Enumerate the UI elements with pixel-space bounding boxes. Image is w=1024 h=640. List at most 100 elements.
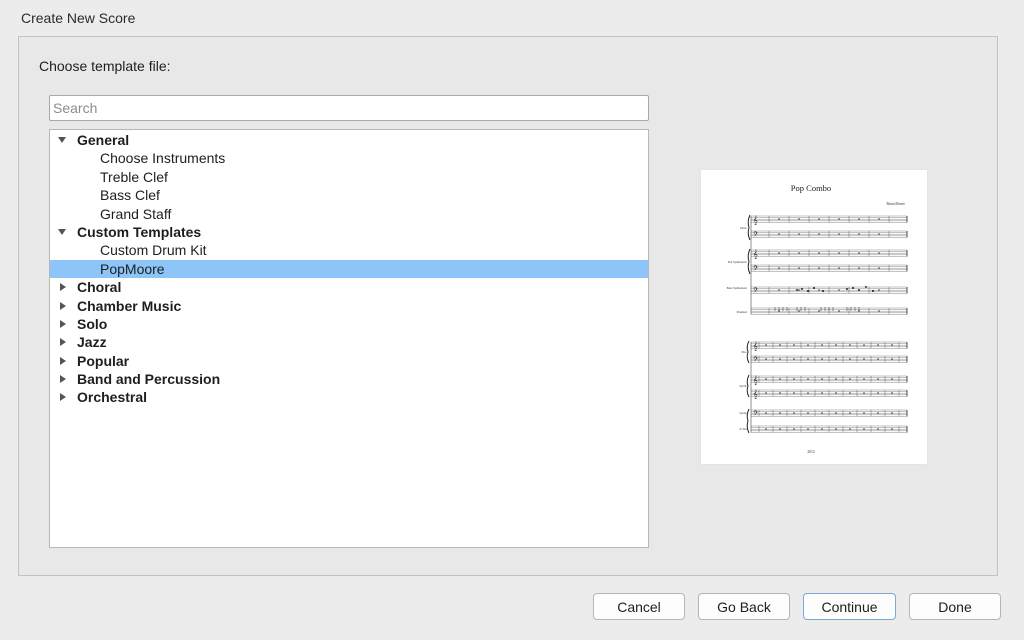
tree-row-label: Treble Clef: [100, 168, 168, 185]
note-head: [864, 286, 868, 288]
rest-mark: [778, 252, 780, 254]
staff-label: Pad Synthesizer: [728, 260, 747, 264]
rest-mark: [838, 233, 840, 235]
disclosure-collapsed-icon[interactable]: [60, 319, 66, 328]
template-panel: Choose template file: General Choose Inst…: [18, 36, 998, 576]
done-button[interactable]: Done: [909, 593, 1001, 620]
rest-mark: [807, 344, 809, 346]
rest-mark: [818, 289, 820, 291]
clef-mark: 𝄢: [753, 410, 758, 419]
tree-row-label: Custom Templates: [77, 223, 202, 240]
rest-mark: [765, 344, 767, 346]
go-back-button[interactable]: Go Back: [698, 593, 790, 620]
rest-mark: [877, 344, 879, 346]
brace-mark: [747, 248, 751, 275]
brace-mark: [746, 374, 750, 398]
tree-row-label: Solo: [77, 315, 108, 332]
rest-mark: [793, 378, 795, 380]
disclosure-collapsed-icon[interactable]: [60, 338, 66, 347]
tree-item[interactable]: Grand Staff: [50, 205, 648, 223]
rest-mark: [779, 412, 781, 414]
score-preview-image: Pop Combo Brian Moore 𝄞 𝄢 𝄞 𝄢 𝄢 Piano Pad Synt…: [727, 183, 908, 454]
disclosure-collapsed-icon[interactable]: [60, 301, 66, 310]
rest-mark: [835, 428, 837, 430]
tree-category[interactable]: Band and Percussion: [50, 370, 648, 388]
rest-mark: [818, 267, 820, 269]
window-title: Create New Score: [21, 10, 136, 26]
rest-mark: [877, 412, 879, 414]
rest-mark: [838, 310, 840, 312]
rest-mark: [765, 412, 767, 414]
disclosure-collapsed-icon[interactable]: [60, 393, 66, 402]
note-head: [857, 289, 861, 291]
tree-row-label: Grand Staff: [100, 205, 172, 222]
rest-mark: [878, 252, 880, 254]
tree-row-label: Orchestral: [77, 389, 148, 406]
tree-row-label: Chamber Music: [77, 297, 182, 314]
tree-category[interactable]: Jazz: [50, 333, 648, 351]
rest-mark: [818, 252, 820, 254]
tree-category[interactable]: Chamber Music: [50, 297, 648, 315]
rest-mark: [863, 344, 865, 346]
continue-button[interactable]: Continue: [803, 593, 896, 620]
rest-mark: [835, 412, 837, 414]
tree-item[interactable]: PopMoore: [50, 259, 648, 279]
tree-row-label: Bass Clef: [100, 187, 160, 204]
rest-mark: [849, 412, 851, 414]
tree-item[interactable]: Choose Instruments: [50, 149, 648, 167]
tree-category[interactable]: Orchestral: [50, 388, 648, 406]
disclosure-collapsed-icon[interactable]: [60, 356, 66, 365]
tree-category[interactable]: Solo: [50, 315, 648, 333]
template-preview: Pop Combo Brian Moore 𝄞 𝄢 𝄞 𝄢 𝄢 Piano Pad Synt…: [701, 170, 927, 464]
rest-mark: [821, 358, 823, 360]
rest-mark: [793, 428, 795, 430]
staff-label: Synth.: [739, 411, 747, 415]
note-head: [800, 288, 804, 290]
rest-mark: [891, 378, 893, 380]
tree-category[interactable]: Choral: [50, 278, 648, 296]
disclosure-expanded-icon[interactable]: [58, 137, 66, 143]
rest-mark: [838, 218, 840, 220]
tree-category[interactable]: Popular: [50, 352, 648, 370]
rest-mark: [821, 412, 823, 414]
preview-composer: Brian Moore: [887, 202, 906, 206]
rest-mark: [779, 344, 781, 346]
tree-item[interactable]: Custom Drum Kit: [50, 241, 648, 259]
note-head: [806, 290, 810, 292]
clef-mark: 𝄢: [753, 231, 758, 240]
search-input[interactable]: [49, 95, 649, 121]
tree-category[interactable]: General: [50, 131, 648, 149]
rest-mark: [765, 428, 767, 430]
rest-mark: [849, 428, 851, 430]
tree-row-label: Choose Instruments: [100, 150, 226, 167]
rest-mark: [849, 344, 851, 346]
rest-mark: [807, 358, 809, 360]
rest-mark: [878, 289, 880, 291]
note-head: [812, 287, 816, 289]
rest-mark: [849, 392, 851, 394]
rest-mark: [779, 428, 781, 430]
tree-row-label: Popular: [77, 352, 130, 369]
disclosure-expanded-icon[interactable]: [58, 228, 66, 235]
tree-item[interactable]: Bass Clef: [50, 186, 648, 204]
rest-mark: [891, 344, 893, 346]
note-head: [851, 287, 855, 289]
tree-category[interactable]: Custom Templates: [50, 223, 648, 241]
tree-row-label: Custom Drum Kit: [100, 242, 207, 259]
rest-mark: [877, 358, 879, 360]
rest-mark: [835, 392, 837, 394]
note-head: [821, 290, 825, 292]
template-tree[interactable]: General Choose Instruments Treble Clef Bass…: [49, 129, 649, 548]
rest-mark: [877, 428, 879, 430]
cancel-button[interactable]: Cancel: [593, 593, 685, 620]
rest-mark: [793, 392, 795, 394]
rest-mark: [778, 267, 780, 269]
disclosure-collapsed-icon[interactable]: [60, 283, 66, 292]
rest-mark: [807, 412, 809, 414]
rest-mark: [793, 358, 795, 360]
note-head: [845, 288, 849, 290]
rest-mark: [818, 218, 820, 220]
disclosure-collapsed-icon[interactable]: [60, 375, 66, 384]
brace-mark: [746, 340, 750, 364]
tree-item[interactable]: Treble Clef: [50, 168, 648, 186]
